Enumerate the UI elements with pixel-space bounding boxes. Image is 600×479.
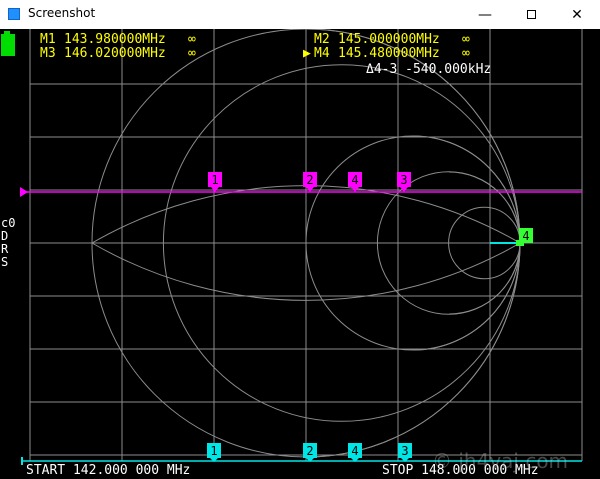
side-label-c0: c0 bbox=[1, 216, 16, 230]
marker-bottom-1-label: 1 bbox=[210, 444, 217, 458]
reference-arrow-icon bbox=[20, 187, 28, 197]
vna-screen: 1 2 4 3 1 2 4 3 4 M1 143.980000MHz ∞ M3 … bbox=[0, 29, 600, 479]
marker-top-4-label: 4 bbox=[351, 173, 358, 187]
marker-bottom-3[interactable]: 3 bbox=[398, 443, 412, 462]
marker-right-4[interactable]: 4 bbox=[519, 228, 533, 243]
marker-bottom-2-label: 2 bbox=[306, 444, 313, 458]
m2-freq: 145.000000MHz bbox=[338, 32, 440, 47]
maximize-button[interactable] bbox=[508, 0, 554, 29]
close-button[interactable]: ✕ bbox=[554, 0, 600, 29]
window-title: Screenshot bbox=[28, 6, 96, 20]
m3-label: M3 bbox=[40, 46, 56, 61]
m1-label: M1 bbox=[40, 32, 56, 47]
active-marker-icon: ▶ bbox=[303, 46, 311, 61]
marker-bottom-4[interactable]: 4 bbox=[348, 443, 362, 462]
marker-bottom-3-label: 3 bbox=[401, 444, 408, 458]
m4-freq: 145.480000MHz bbox=[338, 46, 440, 61]
side-label-r: R bbox=[1, 242, 9, 256]
marker-top-2[interactable]: 2 bbox=[303, 172, 317, 192]
minimize-button[interactable]: — bbox=[462, 0, 508, 29]
marker-bottom-4-label: 4 bbox=[351, 444, 358, 458]
side-label-d: D bbox=[1, 229, 9, 243]
marker-top-3[interactable]: 3 bbox=[397, 172, 411, 192]
m1-value: ∞ bbox=[188, 32, 196, 47]
battery-icon bbox=[1, 31, 15, 56]
m3-freq: 146.020000MHz bbox=[64, 46, 166, 61]
m4-label: M4 bbox=[314, 46, 330, 61]
marker-top-1[interactable]: 1 bbox=[208, 172, 222, 192]
marker-right-4-label: 4 bbox=[522, 229, 529, 243]
app-icon bbox=[8, 8, 20, 20]
marker-top-3-label: 3 bbox=[400, 173, 407, 187]
marker-bottom-1[interactable]: 1 bbox=[207, 443, 221, 462]
m4-value: ∞ bbox=[462, 46, 470, 61]
start-frequency: START 142.000 000 MHz bbox=[26, 463, 191, 478]
window-titlebar: Screenshot — ✕ bbox=[0, 0, 600, 29]
marker-top-1-label: 1 bbox=[211, 173, 218, 187]
m1-freq: 143.980000MHz bbox=[64, 32, 166, 47]
watermark: © jh4vaj.com bbox=[432, 449, 569, 473]
side-label-s: S bbox=[1, 255, 9, 269]
maximize-icon bbox=[526, 10, 536, 19]
marker-readouts: M1 143.980000MHz ∞ M3 146.020000MHz ∞ M2… bbox=[40, 32, 470, 61]
smith-chart-canvas: 1 2 4 3 1 2 4 3 4 M1 143.980000MHz ∞ M3 … bbox=[1, 29, 583, 465]
marker-bottom-2[interactable]: 2 bbox=[303, 443, 317, 462]
m2-label: M2 bbox=[314, 32, 330, 47]
m2-value: ∞ bbox=[462, 32, 470, 47]
delta-readout: Δ4-3 -540.000kHz bbox=[366, 62, 491, 77]
m3-value: ∞ bbox=[188, 46, 196, 61]
marker-top-2-label: 2 bbox=[306, 173, 313, 187]
